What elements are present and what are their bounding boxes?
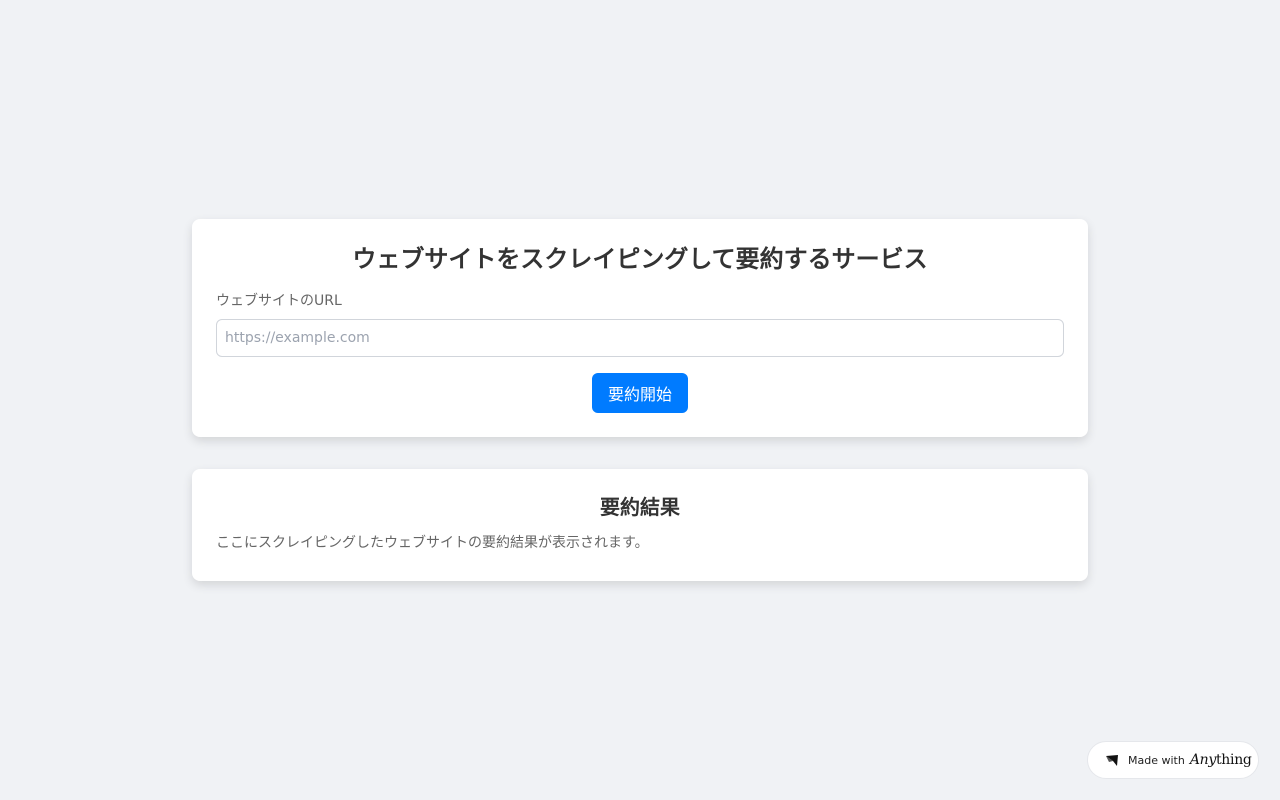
made-with-anything-badge[interactable]: Made with Anything: [1087, 741, 1259, 779]
url-field-label: ウェブサイトのURL: [216, 293, 342, 309]
badge-brand-italic: Any: [1189, 752, 1216, 768]
url-input[interactable]: [216, 319, 1064, 357]
start-summary-button[interactable]: 要約開始: [591, 373, 688, 413]
page-title: ウェブサイトをスクレイピングして要約するサービス: [352, 245, 928, 273]
badge-brand-text: Anything: [1190, 752, 1252, 768]
result-text: ここにスクレイピングしたウェブサイトの要約結果が表示されます。: [216, 535, 649, 551]
badge-made-with-text: Made with: [1128, 753, 1185, 767]
scrape-form-card: ウェブサイトをスクレイピングして要約するサービス ウェブサイトのURL 要約開始: [192, 219, 1088, 437]
submit-row: 要約開始: [216, 373, 1064, 413]
anything-logo-icon: [1104, 752, 1120, 768]
result-title: 要約結果: [600, 495, 680, 519]
summary-result-card: 要約結果 ここにスクレイピングしたウェブサイトの要約結果が表示されます。: [192, 469, 1088, 581]
badge-brand-rest: thing: [1215, 752, 1252, 768]
